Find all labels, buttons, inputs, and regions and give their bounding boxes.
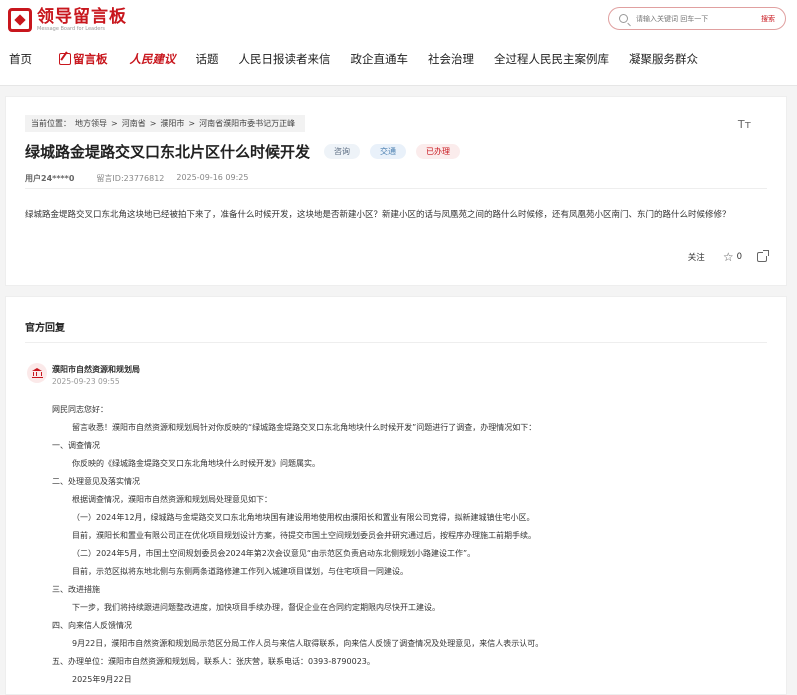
logo-subtitle: Message Board for Leaders: [37, 26, 106, 32]
reply-section-title: 官方回复: [25, 323, 65, 334]
logo-icon: [8, 8, 32, 32]
nav-topics[interactable]: 话题: [186, 51, 229, 67]
reply-line: 留言收悉！濮阳市自然资源和规划局针对你反映的“绿城路金堤路交叉口东北角地块什么时…: [72, 423, 537, 432]
share-icon[interactable]: [757, 250, 769, 262]
message-user: 用户24****0: [25, 174, 75, 183]
site-header: 领导留言板 Message Board for Leaders 搜索 首页 留言…: [0, 0, 797, 86]
reply-line: 五、办理单位：濮阳市自然资源和规划局，联系人：张庆营，联系电话：0393-879…: [52, 657, 375, 666]
message-content: 绿城路金堤路交叉口东北角这块地已经被拍下来了，准备什么时候开发，这块地是否新建小…: [25, 210, 731, 220]
star-count: 0: [736, 252, 742, 262]
nav-message-board[interactable]: 留言板: [49, 51, 120, 67]
nav-serve-people[interactable]: 凝聚服务群众: [619, 51, 708, 67]
reply-body: 网民同志您好： 留言收悉！濮阳市自然资源和规划局针对你反映的“绿城路金堤路交叉口…: [52, 401, 772, 689]
reply-line: （二）2024年5月，市国土空间规划委员会2024年第2次会议意见“由示范区负责…: [72, 549, 476, 558]
reply-line: 目前，示范区拟将东地北侧与东侧两条道路修建工作列入城建项目谋划，与住宅项目一同建…: [72, 567, 408, 576]
nav-democracy-cases[interactable]: 全过程人民民主案例库: [484, 51, 619, 67]
breadcrumb-local-leaders[interactable]: 地方领导: [75, 118, 107, 129]
message-card: 当前位置： 地方领导 > 河南省 > 濮阳市 > 河南省濮阳市委书记万正峰 Tт…: [5, 96, 787, 286]
reply-line: 你反映的《绿城路金堤路交叉口东北角地块什么时候开发》问题属实。: [72, 459, 320, 468]
message-date: 2025-09-16 09:25: [176, 173, 249, 182]
government-building-icon: [27, 363, 47, 383]
breadcrumb-sep: >: [188, 119, 196, 128]
breadcrumb-puyang[interactable]: 濮阳市: [160, 118, 184, 129]
nav-social-governance[interactable]: 社会治理: [418, 51, 484, 67]
divider: [25, 188, 767, 189]
nav-people-suggestion[interactable]: 人民建议: [120, 51, 186, 67]
logo-title: 领导留言板: [37, 7, 127, 27]
breadcrumb-leader[interactable]: 河南省濮阳市委书记万正峰: [199, 118, 295, 129]
reply-line: 二、处理意见及落实情况: [52, 477, 140, 486]
nav-message-board-label: 留言板: [73, 52, 108, 66]
breadcrumb: 当前位置： 地方领导 > 河南省 > 濮阳市 > 河南省濮阳市委书记万正峰: [25, 115, 306, 132]
follow-button[interactable]: 关注: [688, 251, 705, 263]
search-box: 搜索: [608, 7, 786, 30]
reply-line: 下一步，我们将持续跟进问题整改进度，加快项目手续办理，督促企业在合同约定期限内尽…: [72, 603, 440, 612]
reply-line: 三、改进措施: [52, 585, 100, 594]
reply-line: （一）2024年12月，绿城路与金堤路交叉口东北角地块国有建设用地使用权由濮阳长…: [72, 513, 535, 522]
font-size-icon[interactable]: Tт: [738, 118, 751, 131]
tag-traffic: 交通: [370, 144, 407, 159]
tag-consult: 咨询: [324, 144, 361, 159]
reply-line: 目前，濮阳长和置业有限公司正在优化项目规划设计方案，待提交市国土空间规划委员会并…: [72, 531, 536, 540]
status-badge: 已办理: [416, 144, 461, 159]
message-board-icon: [59, 53, 71, 65]
reply-line: 根据调查情况，濮阳市自然资源和规划局处理意见如下：: [72, 495, 272, 504]
breadcrumb-sep: >: [149, 119, 157, 128]
nav-gov-enterprise[interactable]: 政企直通车: [341, 51, 419, 67]
reply-line: 网民同志您好：: [52, 405, 108, 414]
reply-line: 2025年9月22日: [72, 675, 132, 684]
message-id: 留言ID:23776812: [96, 174, 165, 183]
reply-date: 2025-09-23 09:55: [52, 377, 120, 386]
star-icon[interactable]: ☆: [723, 250, 734, 264]
site-logo[interactable]: 领导留言板 Message Board for Leaders: [8, 6, 127, 34]
search-input[interactable]: [636, 14, 746, 23]
search-button[interactable]: 搜索: [761, 14, 775, 24]
search-icon: [619, 14, 628, 23]
main-nav: 首页 留言板 人民建议 话题 人民日报读者来信 政企直通车 社会治理 全过程人民…: [0, 48, 797, 70]
nav-home[interactable]: 首页: [0, 51, 49, 67]
reply-line: 9月22日，濮阳市自然资源和规划局示范区分局工作人员与来信人取得联系，向来信人反…: [72, 639, 544, 648]
message-title: 绿城路金堤路交叉口东北片区什么时候开发: [25, 143, 311, 161]
breadcrumb-sep: >: [111, 119, 118, 128]
breadcrumb-prefix: 当前位置：: [31, 119, 71, 128]
message-actions: 关注 ☆ 0: [688, 250, 769, 264]
reply-org-name: 濮阳市自然资源和规划局: [52, 365, 140, 374]
official-reply-card: 官方回复 濮阳市自然资源和规划局 2025-09-23 09:55 网民同志您好…: [5, 296, 787, 695]
divider: [25, 342, 767, 343]
nav-readers-letters[interactable]: 人民日报读者来信: [229, 51, 341, 67]
breadcrumb-henan[interactable]: 河南省: [122, 118, 146, 129]
message-meta: 用户24****0 留言ID:23776812 2025-09-16 09:25: [25, 173, 248, 184]
reply-line: 四、向来信人反馈情况: [52, 621, 132, 630]
reply-line: 一、调查情况: [52, 441, 100, 450]
